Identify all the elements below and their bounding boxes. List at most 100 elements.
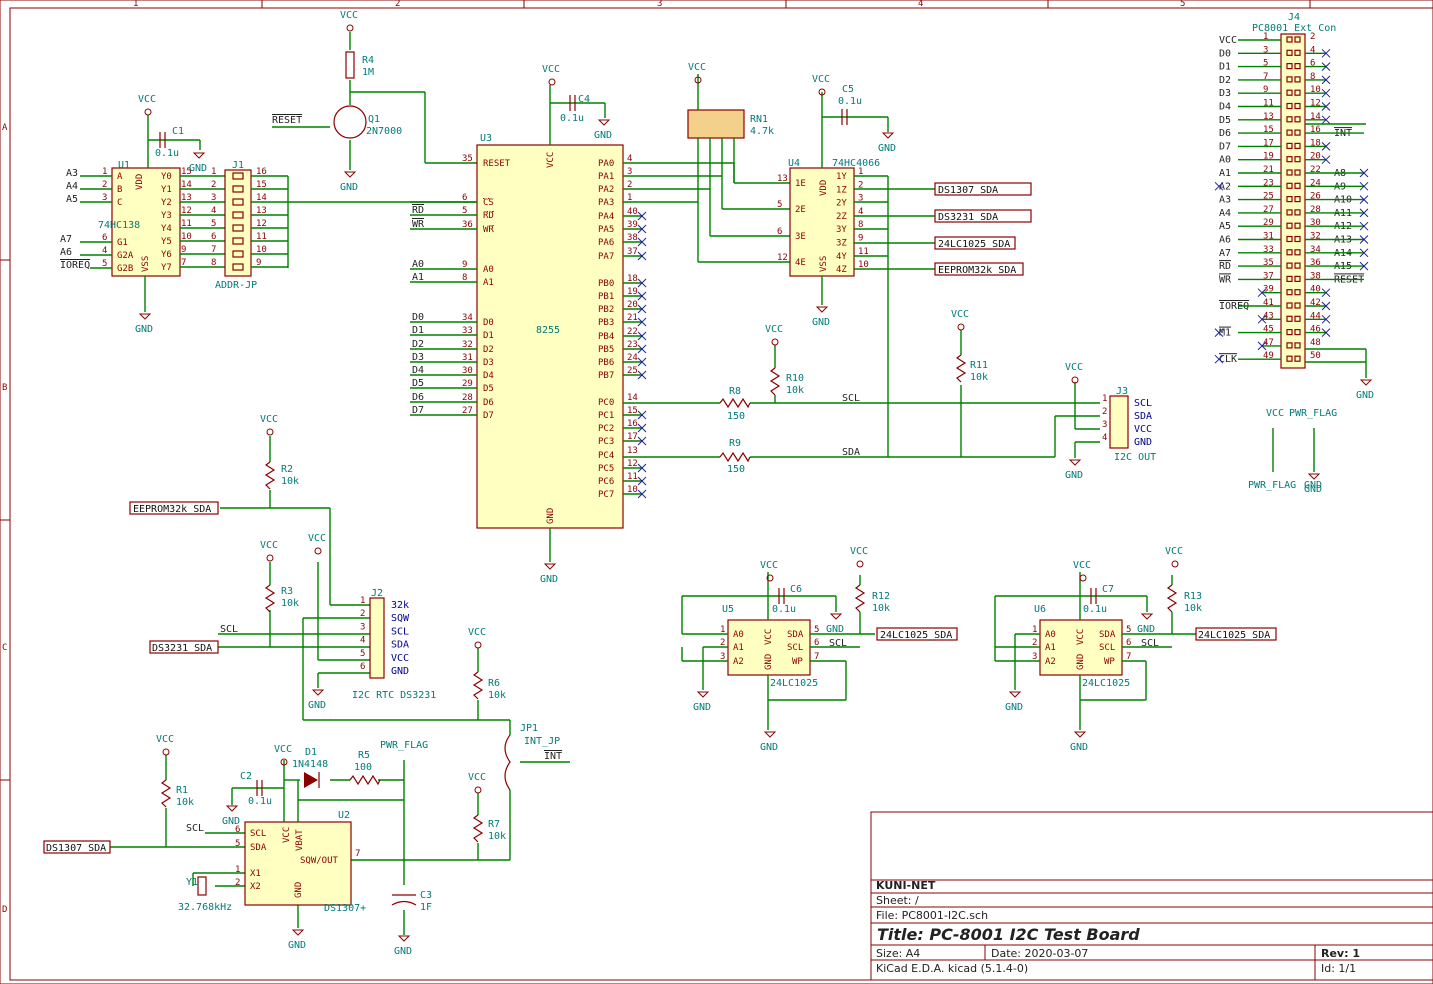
j4-ext-connector: J4 PC8001 Ext Con 1 2VCC3 4D05 6D17 8D29 10D3…: [1214, 12, 1369, 378]
j4-pin-number: 50: [1310, 351, 1321, 361]
j4-left-net: A2: [1219, 181, 1231, 192]
j4-pin-pad: [1286, 182, 1293, 189]
rn1-resistor-network: RN1 4.7k: [623, 74, 790, 263]
u3-pin-label: PC1: [598, 411, 614, 421]
gnd-label: GND: [1137, 624, 1155, 635]
c4-capacitor: C4 0.1u: [560, 94, 590, 124]
label-ds1307-sda-left: DS1307_SDA: [43, 840, 111, 854]
svg-text:DS1307_SDA: DS1307_SDA: [938, 185, 998, 196]
j4-left-net: A1: [1219, 168, 1231, 179]
r7-ref: R7: [488, 819, 500, 830]
u3-pin-label: PB4: [598, 332, 614, 342]
u3-pin-label: PA5: [598, 225, 614, 235]
j3-ref: J3: [1116, 386, 1128, 397]
u1-vdd: VDD: [135, 174, 145, 190]
u6-pins-pin-label: SCL: [1099, 643, 1115, 653]
u2-pin-sqw: SQW/OUT: [300, 856, 339, 866]
pwr-flag-bottom: PWR_FLAG: [1248, 480, 1296, 491]
u3-pin-label: D4: [483, 371, 494, 381]
u4-vss: VSS: [819, 256, 829, 272]
r13-value: 10k: [1184, 603, 1202, 614]
j4-pin-pad: [1294, 289, 1301, 296]
gnd-label: GND: [1304, 484, 1322, 495]
u1-pin-label: G2A: [117, 251, 134, 261]
u5-ref: U5: [722, 604, 734, 615]
r5-ref: R5: [358, 750, 370, 761]
frame-col-number: 3: [657, 0, 662, 9]
j1-pin-pad: [232, 172, 244, 180]
j3-pin-label: SDA: [1134, 411, 1152, 422]
vcc-label: VCC: [542, 64, 560, 75]
vcc-label: VCC: [260, 414, 278, 425]
net-a6: A6: [60, 247, 72, 258]
vcc-label: VCC: [850, 546, 868, 557]
gnd-symbol: [1140, 613, 1154, 620]
gnd-symbol: [138, 313, 152, 320]
j4-pin-pad: [1286, 36, 1293, 43]
j4-left-net: WR: [1219, 274, 1232, 285]
j4-left-net: D7: [1219, 141, 1231, 152]
d1-ref: D1: [305, 747, 317, 758]
tb-sheet: Sheet: /: [876, 894, 919, 907]
vcc-label: VCC: [260, 540, 278, 551]
j2-pin-label: GND: [391, 666, 409, 677]
vcc-symbol: [266, 428, 274, 436]
j1-pin-pad: [232, 224, 244, 232]
vcc-label: VCC: [274, 744, 292, 755]
j4-pin-number: 2: [1310, 32, 1315, 42]
j4-pin-pad: [1294, 222, 1301, 229]
r2-value: 10k: [281, 476, 299, 487]
u3-pin-label: PA2: [598, 185, 614, 195]
j2-pin-label: VCC: [391, 653, 409, 664]
u4-pin-number: 6: [777, 227, 782, 237]
gnd-label: GND: [189, 163, 207, 174]
u1-pin-number: 5: [102, 259, 107, 269]
j4-pin-pad: [1294, 49, 1301, 56]
u3-net-label: D2: [412, 339, 424, 350]
u2-pin-label: SCL: [250, 829, 266, 839]
j4-pin-pad: [1294, 102, 1301, 110]
net-a3: A3: [66, 168, 78, 179]
u3-pin-label: PC5: [598, 464, 614, 474]
j4-left-net: A3: [1219, 195, 1231, 206]
u3-net-label: D4: [412, 365, 424, 376]
j4-pin-pad: [1286, 275, 1293, 282]
net-int-jp: INT: [544, 751, 562, 762]
u2-value: DS1307+: [324, 903, 366, 914]
r13-ref: R13: [1184, 591, 1202, 602]
u1-pin-number: 1: [102, 167, 107, 177]
r4-value: 1M: [362, 67, 374, 78]
j4-pin-pad: [1286, 329, 1293, 336]
j4-pin-pad: [1286, 49, 1293, 56]
u3-net-label: D5: [412, 378, 424, 389]
net-reset-left: RESET: [272, 115, 302, 126]
u6-pins-pin-label: WP: [1104, 657, 1115, 667]
gnd-label: GND: [394, 946, 412, 957]
gnd-label: GND: [878, 143, 896, 154]
j1-pin-number: 5: [211, 219, 216, 229]
j4-pin-pad: [1286, 102, 1293, 110]
label-eeprom32k-sda: EEPROM32k_SDA: [934, 262, 1024, 276]
c3-value: 1F: [420, 902, 432, 913]
u1-pin-label: Y6: [161, 250, 172, 260]
r9-ref: R9: [729, 438, 741, 449]
u1-pin-label: A: [117, 172, 123, 182]
frame-col-number: 1: [133, 0, 138, 9]
vcc-symbol: [144, 108, 152, 116]
u5-value: 24LC1025: [770, 678, 818, 689]
gnd-label: GND: [308, 700, 326, 711]
u6-value: 24LC1025: [1082, 678, 1130, 689]
u3-pin-label: PC4: [598, 451, 614, 461]
j4-pin-pad: [1286, 302, 1293, 309]
u1-pin-label: Y3: [161, 211, 172, 221]
u1-pin-label: Y1: [161, 185, 172, 195]
j4-left-net: VCC: [1219, 35, 1237, 46]
frame-col-number: 4: [918, 0, 923, 9]
j2-pin-number: 3: [360, 622, 365, 632]
u3-pin-label: RESET: [483, 159, 511, 169]
svg-text:EEPROM32k_SDA: EEPROM32k_SDA: [938, 265, 1016, 276]
u3-ref: U3: [480, 133, 492, 144]
u3-pin-label: D0: [483, 318, 494, 328]
svg-text:DS3231_SDA: DS3231_SDA: [938, 212, 998, 223]
vcc-label: VCC: [760, 560, 778, 571]
